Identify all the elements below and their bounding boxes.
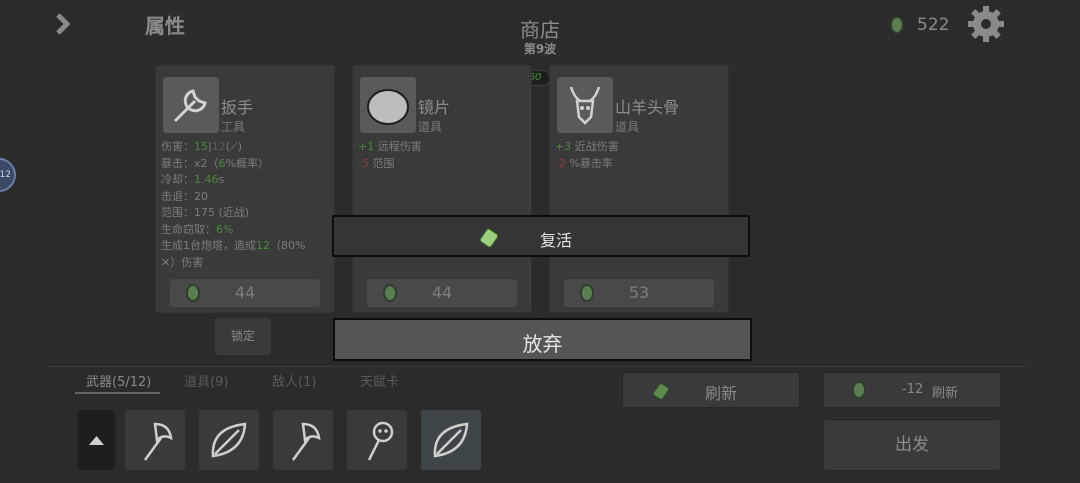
stat-text: 生成1台炮塔，造成 <box>161 239 256 252</box>
tab-weapons[interactable]: 武器(5/12) <box>86 371 151 390</box>
item-name: 镜片 <box>418 98 451 117</box>
refresh-button[interactable]: 刷新 <box>622 372 800 408</box>
stat-text: 生命窃取： <box>161 222 216 236</box>
paid-refresh-button[interactable]: -12 刷新 <box>823 372 1001 408</box>
currency-amount: 522 <box>917 15 950 35</box>
price-tag[interactable]: 44 <box>367 279 517 307</box>
axe-icon <box>143 422 173 461</box>
active-tab-indicator <box>75 392 160 394</box>
shop-item-card-3[interactable]: 山羊头骨 道具 +3 近战伤害 -2 %暴击率 53 <box>549 65 729 313</box>
item-type: 工具 <box>221 120 246 134</box>
divider <box>48 366 1028 367</box>
coin-icon <box>852 381 866 399</box>
stat-text: 远程伤害 <box>374 140 422 153</box>
stat-text: 范围 <box>368 156 395 170</box>
stat-line: +1 远程伤害 <box>358 139 530 156</box>
refresh-cost: -12 <box>902 382 924 397</box>
tab-talent-cards[interactable]: 天赋卡 <box>360 371 399 390</box>
price-tag[interactable]: 53 <box>564 279 714 307</box>
stat-text: 12 <box>256 239 270 252</box>
stat-text: 15 <box>194 140 208 153</box>
refresh-cost-label: 刷新 <box>932 386 959 401</box>
shop-item-card-2[interactable]: 镜片 道具 +1 远程伤害 -5 范围 44 <box>352 65 532 313</box>
inventory-slot-3[interactable] <box>273 410 333 470</box>
item-type: 道具 <box>418 120 443 134</box>
axe-icon <box>291 422 321 461</box>
triangle-up-icon <box>89 436 104 445</box>
tab-items[interactable]: 道具(9) <box>184 371 228 390</box>
price-tag[interactable]: 44 <box>170 279 320 307</box>
item-stats: 伤害：15|12(⟋) 暴击：x2（6%概率） 冷却：1.46s 击退：20 范围：17… <box>161 139 333 271</box>
stat-text: 6% <box>216 222 234 236</box>
inventory-slot-2[interactable] <box>199 410 259 470</box>
price-value: 44 <box>234 283 256 302</box>
coin-icon <box>890 16 904 34</box>
stat-line: +3 近战伤害 <box>555 139 727 156</box>
wave-label: 第9波 <box>523 42 557 56</box>
stat-text: (⟋) <box>225 140 243 153</box>
stat-line: 生成1台炮塔，造成12（80% <box>161 238 333 255</box>
stat-text: （80% <box>270 239 306 252</box>
stat-text: 冷却： <box>161 173 194 186</box>
stat-text: s <box>218 173 225 186</box>
stat-text: 6 <box>218 156 226 170</box>
stat-text: %概率） <box>225 156 269 170</box>
give-up-button[interactable]: 放弃 <box>333 318 752 361</box>
stat-line: 范围：175 (近战) <box>161 205 333 222</box>
tab-enemies[interactable]: 敌人(1) <box>272 371 316 390</box>
lock-button[interactable]: 锁定 <box>215 318 271 355</box>
price-value: 53 <box>628 283 650 302</box>
stat-text: ✕）伤害 <box>161 255 204 269</box>
leaf-blade-icon <box>211 422 247 458</box>
stat-text: 1.46 <box>194 173 219 186</box>
revive-button[interactable]: 复活 <box>332 215 750 257</box>
refresh-label: 刷新 <box>704 384 737 403</box>
stat-text: 暴击：x2（ <box>161 156 219 170</box>
skull-mace-icon <box>367 421 394 461</box>
stat-line: ✕）伤害 <box>161 255 333 272</box>
stat-line: 暴击：x2（6%概率） <box>161 156 333 173</box>
stat-line: 击退：20 <box>161 189 333 206</box>
price-value: 44 <box>431 283 453 302</box>
stat-text: -2 <box>555 156 566 170</box>
item-stats: +3 近战伤害 -2 %暴击率 <box>555 139 727 172</box>
shop-item-card-1[interactable]: 扳手 工具 伤害：15|12(⟋) 暴击：x2（6%概率） 冷却：1.46s 击退：2… <box>155 65 335 313</box>
item-name: 扳手 <box>221 98 254 117</box>
stat-text: 12 <box>211 140 226 153</box>
stat-line: -5 范围 <box>358 156 530 173</box>
goat-skull-icon <box>557 77 613 133</box>
stat-text: +1 <box>358 140 375 153</box>
stat-text: -5 <box>358 156 369 170</box>
stat-text: %暴击率 <box>565 156 613 170</box>
stat-line: -2 %暴击率 <box>555 156 727 173</box>
stat-line: 生命窃取：6% <box>161 222 333 239</box>
stat-text: 近战伤害 <box>571 140 619 153</box>
lens-icon <box>360 77 416 133</box>
stat-text: 击退：20 <box>161 189 208 203</box>
inventory-slot-4[interactable] <box>347 410 407 470</box>
stat-line: 伤害：15|12(⟋) <box>161 139 333 156</box>
item-type: 道具 <box>615 120 640 134</box>
inventory-slot-5[interactable] <box>421 410 481 470</box>
revive-label: 复活 <box>539 231 572 250</box>
give-up-label: 放弃 <box>522 332 563 356</box>
inventory-slot-1[interactable] <box>125 410 185 470</box>
gear-icon[interactable] <box>966 4 1006 44</box>
stat-text: 范围：175 (近战) <box>161 206 250 219</box>
depart-button[interactable]: 出发 <box>823 419 1001 471</box>
wrench-icon <box>163 77 219 133</box>
side-badge[interactable]: 12 <box>0 158 16 192</box>
stat-text: 伤害： <box>161 140 194 153</box>
stat-text: +3 <box>555 140 572 153</box>
item-name: 山羊头骨 <box>615 98 680 117</box>
scroll-up-button[interactable] <box>78 410 115 470</box>
item-stats: +1 远程伤害 -5 范围 <box>358 139 530 172</box>
stat-line: 冷却：1.46s <box>161 172 333 189</box>
leaf-blade-icon <box>433 422 469 458</box>
